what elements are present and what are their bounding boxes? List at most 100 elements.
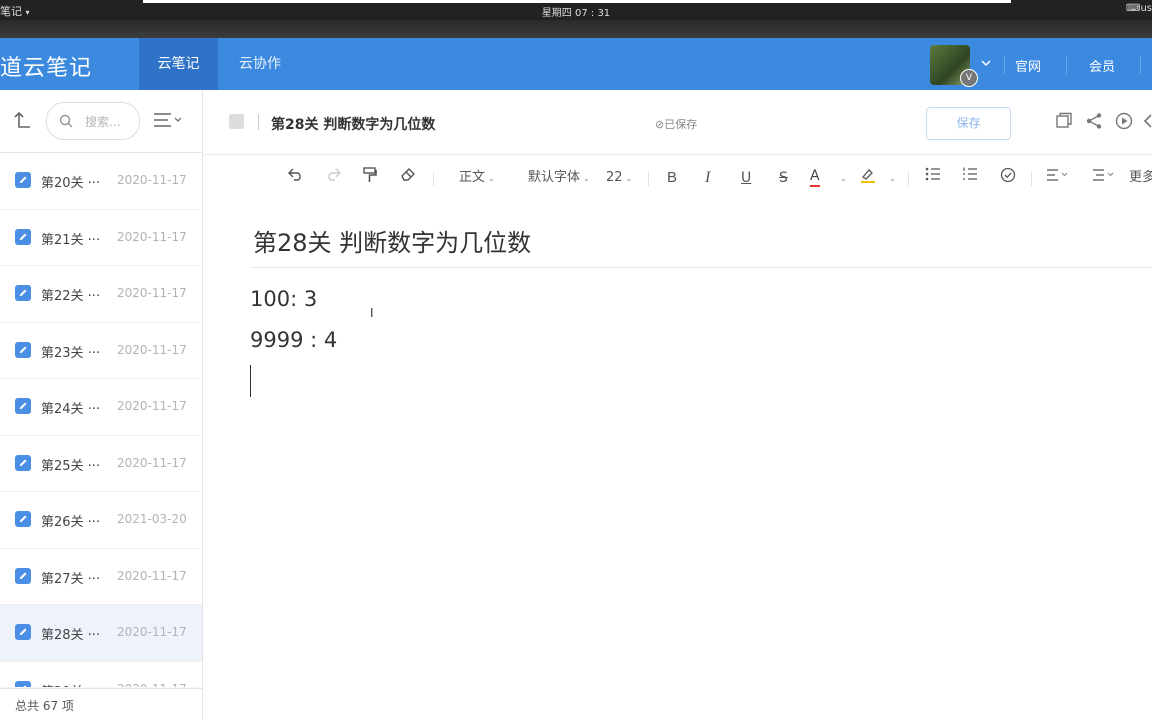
document-title[interactable]: 第28关 判断数字为几位数 bbox=[271, 114, 435, 134]
sidebar-toolbar: 搜索... bbox=[0, 90, 202, 153]
note-list-item[interactable]: 第24关 ··· 2020-11-17 bbox=[0, 379, 202, 436]
note-icon bbox=[15, 511, 31, 527]
align-icon[interactable] bbox=[1047, 167, 1069, 189]
toolbar-divider bbox=[433, 172, 434, 186]
note-type-icon[interactable] bbox=[229, 114, 244, 129]
sort-menu-icon[interactable] bbox=[153, 112, 183, 128]
font-family-select[interactable]: 默认字体 ⌄ bbox=[528, 167, 590, 189]
note-date: 2020-11-17 bbox=[117, 455, 187, 470]
note-title: 第20关 ··· bbox=[41, 176, 101, 191]
keyboard-layout: us bbox=[1140, 3, 1152, 14]
note-title: 第28关 ··· bbox=[41, 628, 101, 643]
chevron-left-icon[interactable] bbox=[1143, 112, 1152, 132]
note-icon bbox=[15, 624, 31, 640]
paragraph-style-label: 正文 bbox=[459, 170, 486, 185]
note-icon bbox=[15, 341, 31, 358]
note-icon bbox=[15, 172, 31, 188]
bold-button[interactable]: B bbox=[667, 167, 677, 189]
note-title: 第25关 ··· bbox=[41, 458, 101, 474]
check-circle-icon: ⊘ bbox=[655, 118, 665, 131]
note-title: 第26关 ··· bbox=[41, 515, 101, 530]
system-bar: 笔记 ▾ 星期四 07 : 31 ⌨us bbox=[0, 0, 1152, 38]
text-cursor bbox=[250, 365, 251, 397]
keyboard-icon: ⌨ bbox=[1126, 3, 1141, 14]
note-date: 2020-11-17 bbox=[117, 625, 187, 639]
toolbar-divider bbox=[648, 172, 649, 186]
search-input[interactable]: 搜索... bbox=[85, 113, 120, 130]
search-box[interactable]: 搜索... bbox=[46, 102, 140, 140]
note-list-item[interactable]: 第27关 ··· 2020-11-17 bbox=[0, 549, 202, 605]
font-size-select[interactable]: 22 ⌄ bbox=[606, 167, 632, 189]
note-date: 2020-11-17 bbox=[117, 568, 187, 583]
highlight-icon[interactable] bbox=[860, 167, 876, 189]
chevron-down-icon[interactable]: ⌄ bbox=[837, 167, 847, 189]
link-membership[interactable]: 会员 bbox=[1089, 56, 1115, 75]
format-painter-icon[interactable] bbox=[363, 167, 377, 189]
note-date: 2020-11-17 bbox=[117, 682, 187, 688]
indent-icon[interactable] bbox=[1093, 167, 1115, 189]
note-icon bbox=[15, 285, 31, 301]
note-list-item[interactable]: 第26关 ··· 2021-03-20 bbox=[0, 492, 202, 549]
tab-cloud-collab[interactable]: 云协作 bbox=[226, 38, 294, 90]
header-divider bbox=[1140, 56, 1141, 74]
chevron-down-icon[interactable] bbox=[981, 57, 991, 70]
note-title: 第27关 ··· bbox=[41, 571, 101, 587]
link-official-site[interactable]: 官网 bbox=[1015, 56, 1041, 75]
undo-icon[interactable] bbox=[288, 167, 304, 189]
keyboard-indicator[interactable]: ⌨us bbox=[1126, 3, 1152, 14]
font-size-label: 22 bbox=[606, 170, 623, 185]
tab-cloud-notes[interactable]: 云笔记 bbox=[139, 38, 218, 90]
note-icon bbox=[15, 680, 31, 687]
note-icon bbox=[15, 228, 31, 245]
eraser-icon[interactable] bbox=[400, 167, 416, 189]
search-icon bbox=[59, 113, 73, 128]
save-status: ⊘已保存 bbox=[655, 116, 697, 132]
back-up-icon[interactable] bbox=[12, 110, 32, 130]
editor-line[interactable]: 100: 3 bbox=[250, 287, 317, 311]
note-date: 2020-11-17 bbox=[117, 342, 187, 357]
paragraph-style-select[interactable]: 正文 ⌄ bbox=[459, 167, 495, 189]
redo-icon[interactable] bbox=[325, 167, 341, 189]
note-date: 2021-03-20 bbox=[117, 512, 187, 526]
strikethrough-button[interactable]: S bbox=[779, 167, 788, 189]
note-date: 2020-11-17 bbox=[117, 399, 187, 413]
more-button[interactable]: 更多 bbox=[1129, 167, 1152, 189]
save-status-label: 已保存 bbox=[664, 118, 698, 131]
note-list-item[interactable]: 第23关 ··· 2020-11-17 bbox=[0, 323, 202, 379]
text-color-button[interactable]: A bbox=[810, 167, 820, 187]
numbered-list-icon[interactable] bbox=[962, 167, 978, 189]
editor-title[interactable]: 第28关 判断数字为几位数 bbox=[253, 223, 531, 258]
copy-icon[interactable] bbox=[1055, 112, 1075, 132]
chevron-down-icon[interactable]: ⌄ bbox=[886, 167, 896, 189]
note-list: 第20关 ··· 2020-11-17 第21关 ··· 2020-11-17 第22关… bbox=[0, 153, 202, 687]
note-icon bbox=[15, 567, 31, 584]
editor-area[interactable]: 第28关 判断数字为几位数 100: 3 9999 : 4 I bbox=[203, 201, 1152, 719]
sidebar-footer: 总共 67 项 bbox=[0, 688, 202, 720]
note-list-item[interactable]: 第29关 ··· 2020-11-17 bbox=[0, 662, 202, 688]
note-list-item[interactable]: 第20关 ··· 2020-11-17 bbox=[0, 153, 202, 210]
app-header: 道云笔记 云笔记 云协作 V 官网 会员 bbox=[0, 38, 1152, 90]
share-icon[interactable] bbox=[1085, 112, 1105, 132]
note-title: 第22关 ··· bbox=[41, 289, 101, 304]
save-button[interactable]: 保存 bbox=[926, 107, 1011, 140]
note-icon bbox=[15, 454, 31, 471]
underline-button[interactable]: U bbox=[741, 167, 751, 189]
toolbar-divider bbox=[1031, 172, 1032, 186]
app-brand: 道云笔记 bbox=[0, 56, 93, 81]
note-sidebar: 搜索... 第20关 ··· 2020-11-17 第21关 ··· 2020-11-… bbox=[0, 90, 203, 720]
format-toolbar: 正文 ⌄ 默认字体 ⌄ 22 ⌄ B I U S A ⌄ ⌄ 更多 bbox=[203, 155, 1152, 201]
system-clock: 星期四 07 : 31 bbox=[541, 8, 611, 19]
italic-button[interactable]: I bbox=[705, 167, 710, 189]
note-date: 2020-11-17 bbox=[117, 286, 187, 300]
note-date: 2020-11-17 bbox=[117, 173, 187, 187]
note-list-item[interactable]: 第22关 ··· 2020-11-17 bbox=[0, 266, 202, 323]
note-list-item[interactable]: 第28关 ··· 2020-11-17 bbox=[0, 605, 202, 662]
editor-line[interactable]: 9999 : 4 bbox=[250, 328, 337, 352]
checklist-icon[interactable] bbox=[1000, 167, 1016, 189]
note-list-item[interactable]: 第21关 ··· 2020-11-17 bbox=[0, 210, 202, 266]
font-family-label: 默认字体 bbox=[528, 170, 581, 185]
present-icon[interactable] bbox=[1115, 112, 1135, 132]
bullet-list-icon[interactable] bbox=[925, 167, 941, 189]
note-list-item[interactable]: 第25关 ··· 2020-11-17 bbox=[0, 436, 202, 492]
header-divider bbox=[1066, 56, 1067, 74]
